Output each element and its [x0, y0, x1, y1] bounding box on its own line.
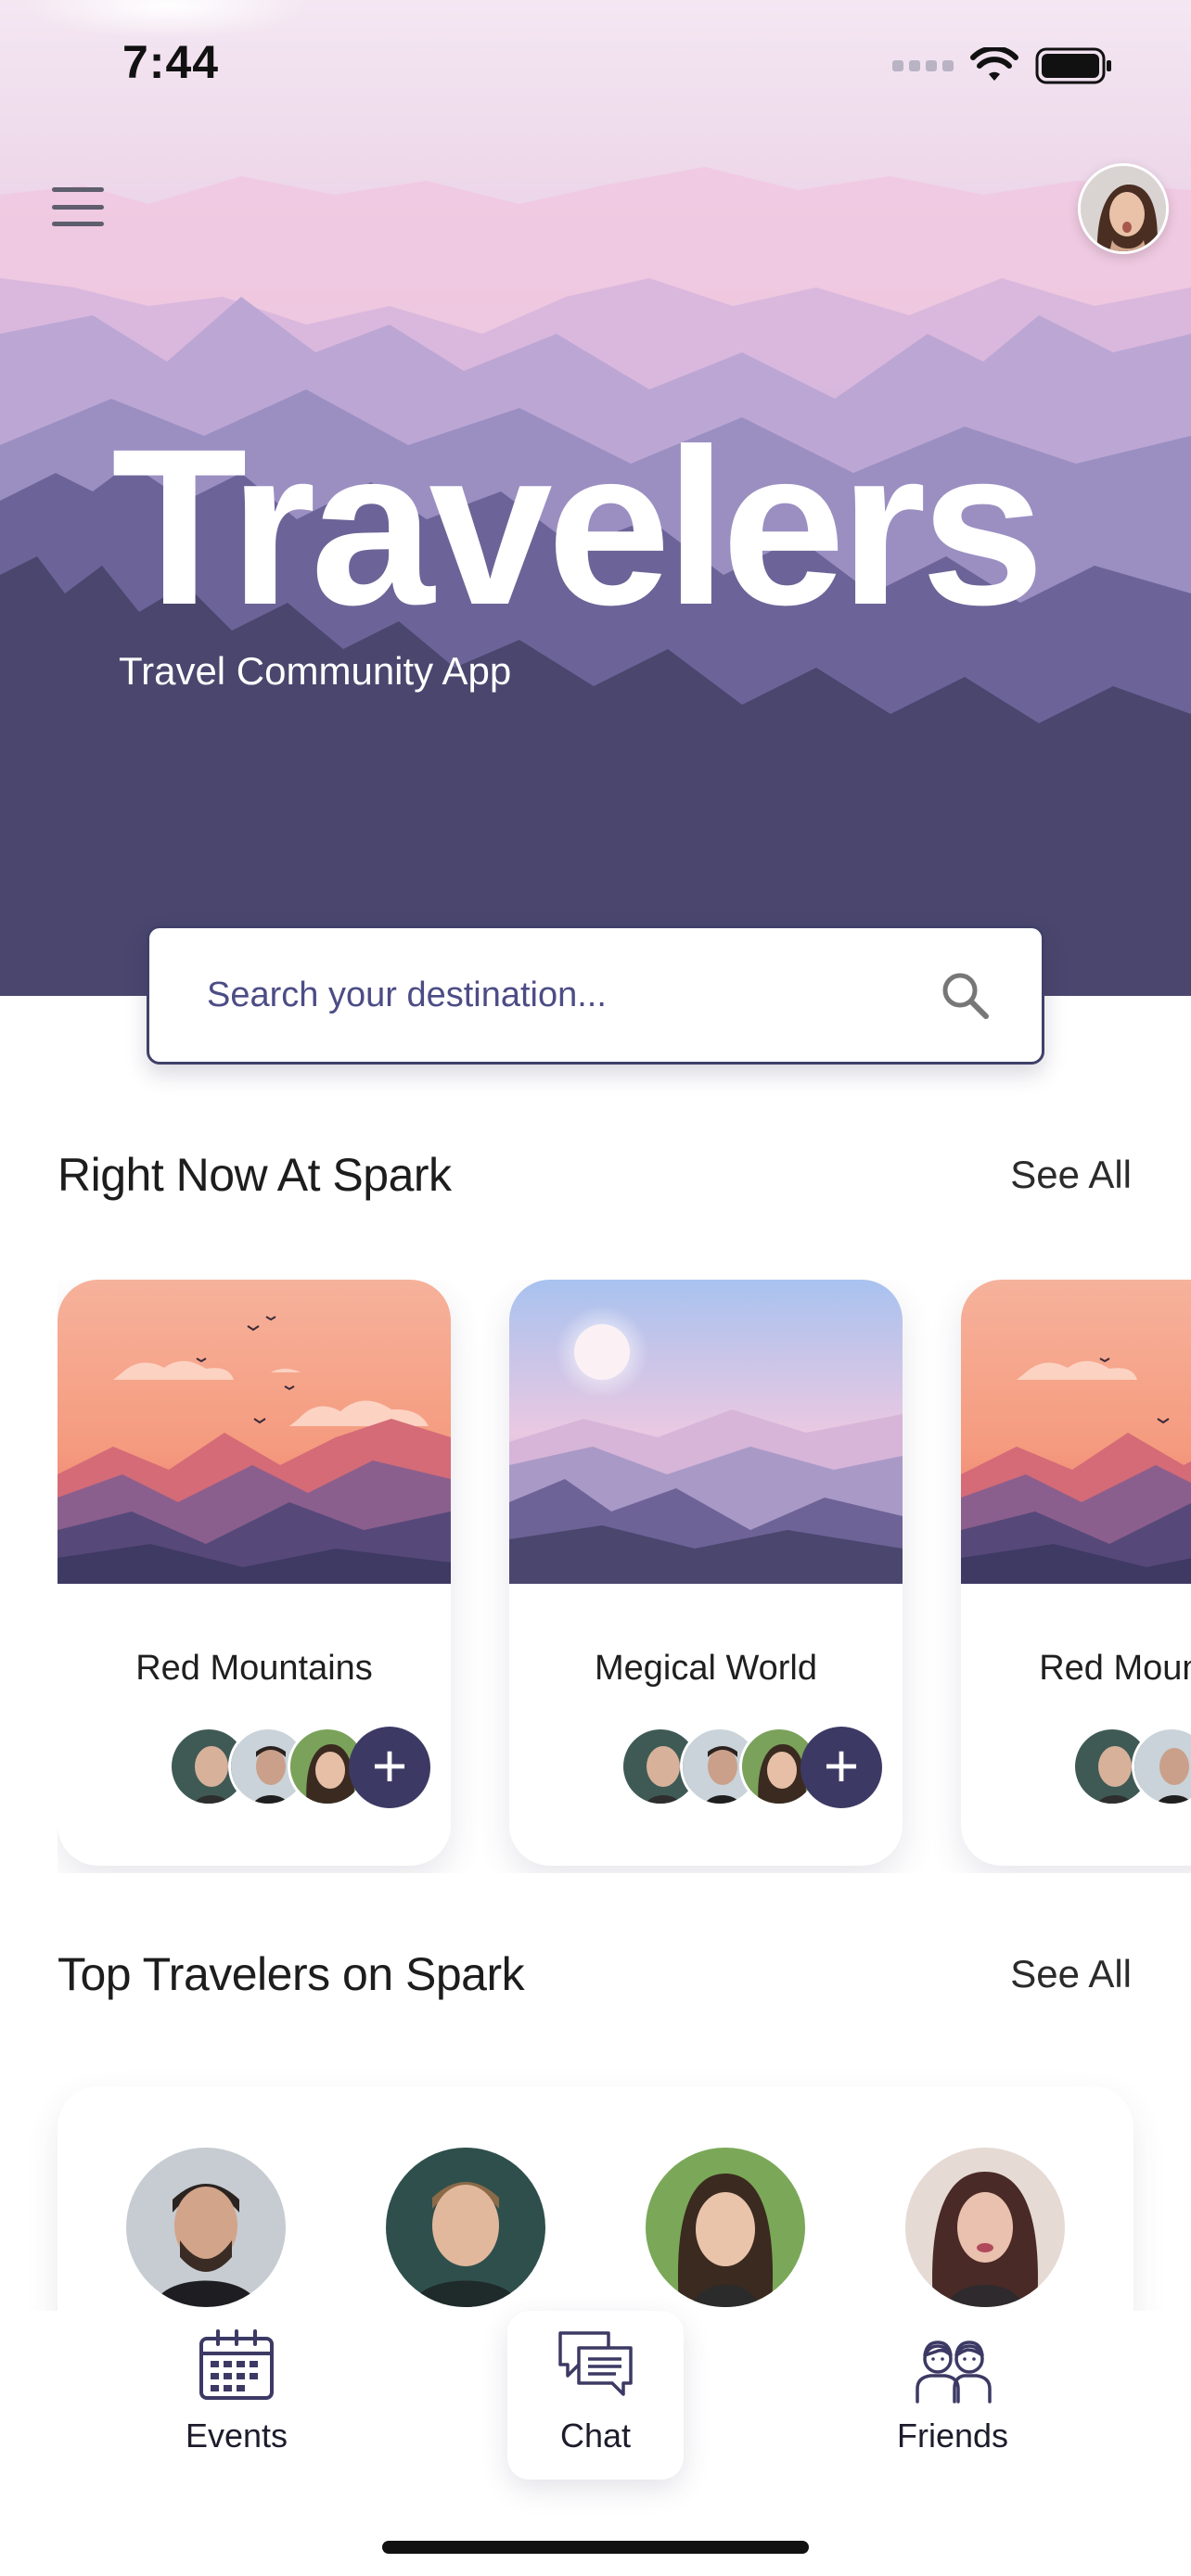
- status-icons: [892, 46, 1113, 85]
- destination-card[interactable]: Red Mountains +: [58, 1280, 451, 1866]
- status-bar: 7:44: [0, 0, 1191, 139]
- destination-card-title: Red Mountains: [1039, 1649, 1191, 1688]
- wifi-icon: [970, 47, 1018, 81]
- sunset-mountains-image: [961, 1280, 1191, 1584]
- cellular-signal-icon: [892, 60, 954, 71]
- sunset-mountains-image: [58, 1280, 451, 1584]
- chat-icon: [558, 2331, 633, 2396]
- right-now-see-all-link[interactable]: See All: [1010, 1153, 1132, 1197]
- friends-icon: [916, 2340, 992, 2404]
- home-indicator[interactable]: [382, 2541, 809, 2554]
- nav-label-chat: Chat: [559, 2417, 632, 2455]
- nav-item-chat[interactable]: Chat: [507, 2311, 684, 2480]
- hamburger-menu-button[interactable]: [52, 187, 104, 226]
- add-member-button[interactable]: +: [800, 1727, 882, 1808]
- traveler-avatar[interactable]: [386, 2148, 545, 2307]
- battery-icon: [1035, 47, 1111, 84]
- member-avatars: +: [1017, 1727, 1191, 1808]
- menu-line: [52, 204, 104, 210]
- destination-card-title: Megical World: [594, 1649, 818, 1688]
- search-input[interactable]: [207, 975, 940, 1015]
- top-travelers-title: Top Travelers on Spark: [58, 1948, 525, 2000]
- member-avatars: +: [565, 1727, 882, 1808]
- menu-line: [52, 187, 104, 192]
- top-travelers-header: Top Travelers on Spark See All: [58, 1947, 1132, 2001]
- hero-banner: 7:44 Travelers Travel Community App: [0, 0, 1191, 996]
- nav-label-events: Events: [185, 2417, 288, 2455]
- misty-mountains-image: [509, 1280, 903, 1584]
- right-now-title: Right Now At Spark: [58, 1149, 452, 1201]
- status-time: 7:44: [122, 36, 220, 88]
- menu-line: [52, 222, 104, 226]
- member-avatars: +: [113, 1727, 430, 1808]
- right-now-header: Right Now At Spark See All: [58, 1148, 1132, 1202]
- app-subtitle: Travel Community App: [119, 649, 512, 693]
- add-member-button[interactable]: +: [349, 1727, 430, 1808]
- search-bar[interactable]: [147, 925, 1044, 1065]
- nav-item-friends[interactable]: Friends: [864, 2311, 1041, 2478]
- traveler-avatar[interactable]: [646, 2148, 805, 2307]
- search-icon[interactable]: [940, 970, 990, 1020]
- traveler-avatar[interactable]: [905, 2148, 1065, 2307]
- app-title: Travelers: [111, 402, 1044, 651]
- destination-card[interactable]: Megical World +: [509, 1280, 903, 1866]
- destination-card-title: Red Mountains: [135, 1649, 373, 1688]
- destination-card[interactable]: Red Mountains +: [961, 1280, 1191, 1866]
- nav-label-friends: Friends: [896, 2417, 1009, 2455]
- right-now-carousel[interactable]: Red Mountains + Megical World + Red Mou: [58, 1280, 1191, 1873]
- top-travelers-see-all-link[interactable]: See All: [1010, 1952, 1132, 1996]
- profile-avatar[interactable]: [1078, 163, 1169, 254]
- nav-item-events[interactable]: Events: [148, 2311, 325, 2478]
- bottom-navigation: Events Chat Friends: [0, 2311, 1191, 2576]
- traveler-avatar[interactable]: [126, 2148, 286, 2307]
- calendar-icon: [199, 2329, 274, 2400]
